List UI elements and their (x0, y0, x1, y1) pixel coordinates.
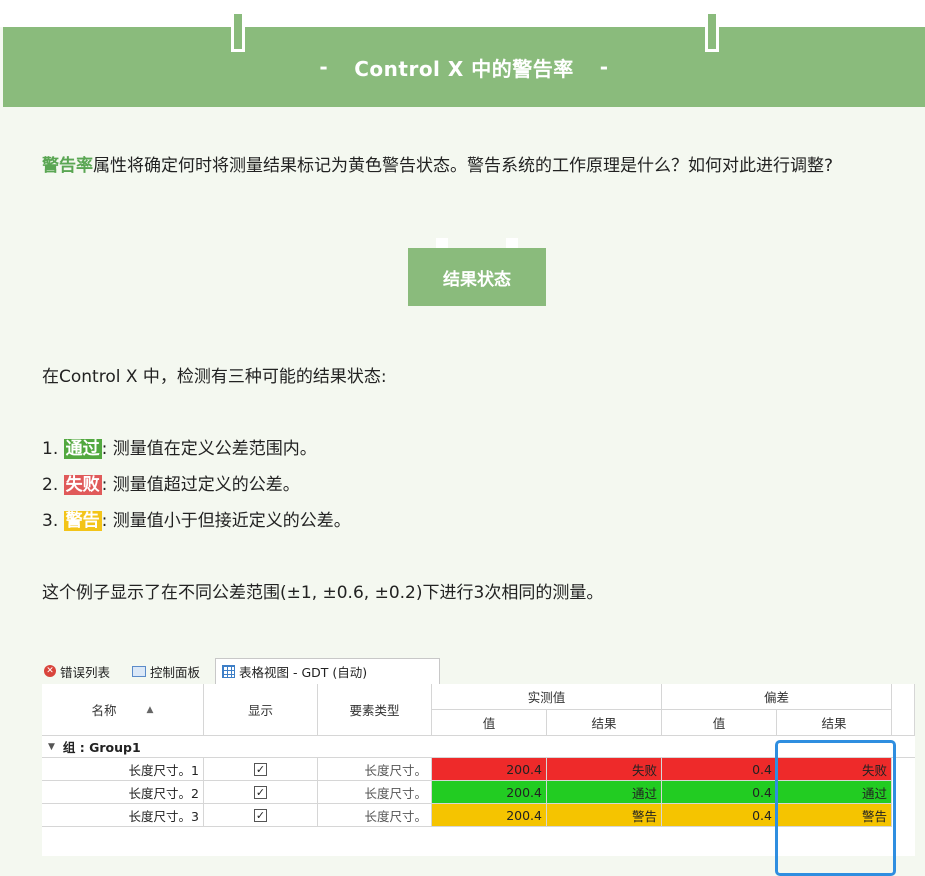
header-label: 要素类型 (349, 703, 400, 718)
tab-label: 表格视图 - GDT (自动) (239, 664, 368, 680)
display-checkbox[interactable]: ✓ (254, 808, 267, 822)
deviation-result-cell: 警告 (777, 804, 892, 827)
header-label: 值 (712, 716, 726, 731)
table-view-screenshot: ✕ 错误列表 控制面板 表格视图 - GDT (自动) 名称 ▲ 显示 要素类型… (42, 656, 915, 876)
result-table: 名称 ▲ 显示 要素类型 实测值 偏差 值 结果 值 结果 ▼ 组: Grou… (42, 684, 915, 876)
table-row-name[interactable]: 长度尺寸。2 (42, 781, 204, 804)
column-header-feature-type[interactable]: 要素类型 (318, 684, 432, 736)
tab-label: 控制面板 (150, 664, 201, 680)
measured-result-cell: 通过 (547, 781, 662, 804)
banner-dash-right: - (599, 55, 609, 79)
tab-label: 错误列表 (60, 664, 111, 680)
sort-ascending-icon[interactable]: ▲ (147, 705, 154, 715)
intro-text: 属性将确定何时将测量结果标记为黄色警告状态。警告系统的工作原理是什么？如何对此进… (93, 156, 834, 176)
banner-decoration-right (705, 14, 719, 52)
feature-type-cell: 长度尺寸。 (318, 758, 432, 781)
group-row[interactable]: ▼ 组 : Group1 (42, 736, 915, 758)
state-number: 3. (42, 511, 59, 531)
state-number: 1. (42, 439, 59, 459)
display-checkbox-cell: ✓ (204, 758, 318, 781)
header-label: 结果 (821, 716, 847, 731)
tab-control-panel[interactable]: 控制面板 (132, 661, 200, 681)
measured-value-cell: 200.4 (432, 758, 547, 781)
header-label: 偏差 (763, 690, 789, 705)
deviation-result-cell: 通过 (777, 781, 892, 804)
state-number: 2. (42, 475, 59, 495)
column-header-deviation-value[interactable]: 值 (662, 710, 777, 736)
measured-result-cell: 警告 (547, 804, 662, 827)
state-item-fail: 2. 失败: 测量值超过定义的公差。 (42, 472, 300, 498)
feature-type-cell: 长度尺寸。 (318, 804, 432, 827)
header-label: 名称 (91, 703, 117, 718)
table-grid-icon (222, 664, 235, 678)
tab-table-view[interactable]: 表格视图 - GDT (自动) (222, 661, 367, 681)
deviation-result-cell: 失败 (777, 758, 892, 781)
state-desc: : 测量值超过定义的公差。 (101, 475, 300, 495)
states-intro: 在Control X 中，检测有三种可能的结果状态: (42, 367, 387, 387)
top-strip (0, 0, 925, 27)
group-label: 组 : Group1 (62, 740, 141, 755)
display-checkbox-cell: ✓ (204, 781, 318, 804)
state-desc: : 测量值在定义公差范围内。 (101, 439, 317, 459)
table-row-name[interactable]: 长度尺寸。1 (42, 758, 204, 781)
column-header-name[interactable]: 名称 ▲ (42, 684, 204, 736)
measured-result-cell: 失败 (547, 758, 662, 781)
intro-paragraph: 警告率属性将确定何时将测量结果标记为黄色警告状态。警告系统的工作原理是什么？如何… (42, 150, 917, 182)
measured-value-cell: 200.4 (432, 804, 547, 827)
column-header-deviation-result[interactable]: 结果 (777, 710, 892, 736)
header-label: 实测值 (527, 690, 566, 705)
table-row-name[interactable]: 长度尺寸。3 (42, 804, 204, 827)
banner-title: Control X 中的警告率 (354, 56, 574, 81)
column-group-deviation: 偏差 (662, 684, 892, 710)
column-group-measured: 实测值 (432, 684, 662, 710)
feature-type-cell: 长度尺寸。 (318, 781, 432, 804)
state-tag-fail: 失败 (63, 475, 102, 495)
display-checkbox[interactable]: ✓ (254, 762, 267, 776)
header-label: 显示 (247, 703, 273, 718)
state-desc: : 测量值小于但接近定义的公差。 (101, 511, 351, 531)
banner-dash-left: - (319, 55, 329, 79)
banner-decoration-left (231, 14, 245, 52)
column-header-display[interactable]: 显示 (204, 684, 318, 736)
column-header-filler (892, 684, 915, 736)
display-checkbox[interactable]: ✓ (254, 785, 267, 799)
collapse-icon[interactable]: ▼ (48, 742, 55, 752)
state-tag-warn: 警告 (63, 511, 102, 531)
tabs-bar: ✕ 错误列表 控制面板 表格视图 - GDT (自动) (42, 656, 915, 684)
intro-highlight: 警告率 (42, 156, 93, 176)
section-heading: 结果状态 (408, 248, 546, 306)
column-header-measured-result[interactable]: 结果 (547, 710, 662, 736)
measured-value-cell: 200.4 (432, 781, 547, 804)
column-header-measured-value[interactable]: 值 (432, 710, 547, 736)
example-text: 这个例子显示了在不同公差范围(±1, ±0.6, ±0.2)下进行3次相同的测量… (42, 583, 604, 603)
state-item-warn: 3. 警告: 测量值小于但接近定义的公差。 (42, 508, 351, 534)
control-panel-icon (132, 665, 146, 677)
state-tag-pass: 通过 (63, 439, 102, 459)
deviation-value-cell: 0.4 (662, 758, 777, 781)
tab-error-list[interactable]: ✕ 错误列表 (44, 661, 110, 681)
header-label: 结果 (591, 716, 617, 731)
title-banner: - Control X 中的警告率 - (3, 27, 925, 107)
state-item-pass: 1. 通过: 测量值在定义公差范围内。 (42, 436, 317, 462)
deviation-value-cell: 0.4 (662, 804, 777, 827)
deviation-value-cell: 0.4 (662, 781, 777, 804)
display-checkbox-cell: ✓ (204, 804, 318, 827)
section-title: 结果状态 (443, 269, 511, 290)
error-icon: ✕ (44, 665, 56, 677)
header-label: 值 (482, 716, 496, 731)
